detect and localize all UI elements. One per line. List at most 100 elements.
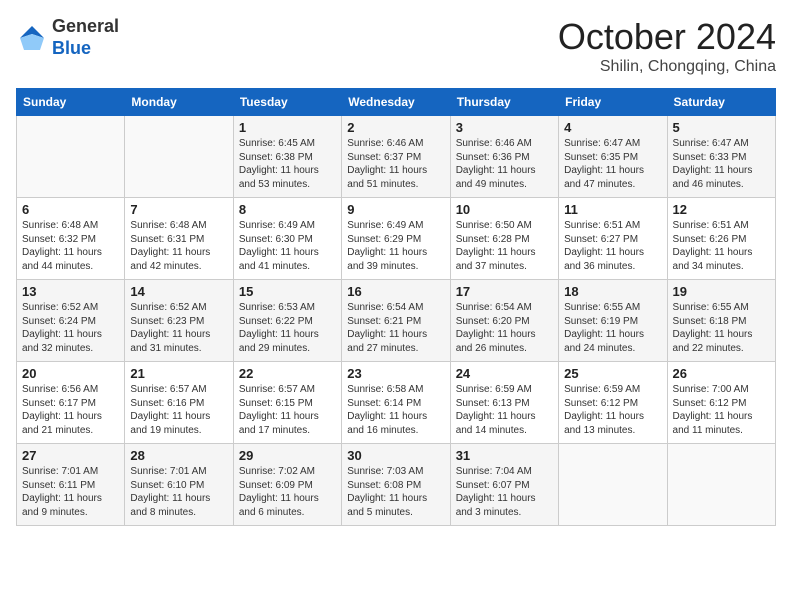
calendar-cell: 3 Sunrise: 6:46 AM Sunset: 6:36 PM Daylig…: [450, 116, 558, 198]
calendar-cell: 2Sunrise: 6:46 AM Sunset: 6:37 PM Daylig…: [342, 116, 450, 198]
cell-info: Sunrise: 7:03 AM Sunset: 6:08 PM Dayligh…: [347, 465, 444, 519]
cell-info: Sunrise: 6:48 AM Sunset: 6:32 PM Dayligh…: [22, 219, 119, 273]
day-number: 30: [347, 448, 444, 463]
calendar-cell: 1 Sunrise: 6:45 AM Sunset: 6:38 PM Daylig…: [233, 116, 341, 198]
day-number: 25: [564, 366, 661, 381]
cell-info: Sunrise: 6:55 AM Sunset: 6:19 PM Dayligh…: [564, 301, 661, 355]
calendar-cell: [125, 116, 233, 198]
day-number: 21: [130, 366, 227, 381]
day-number: 15: [239, 284, 336, 299]
day-number: 28: [130, 448, 227, 463]
day-number: 6: [22, 202, 119, 217]
weekday-header-sunday: Sunday: [17, 89, 125, 116]
day-number: 29: [239, 448, 336, 463]
weekday-header-friday: Friday: [559, 89, 667, 116]
day-number: 26: [673, 366, 770, 381]
day-number: 7: [130, 202, 227, 217]
cell-info: Sunrise: 6:51 AM Sunset: 6:27 PM Dayligh…: [564, 219, 661, 273]
calendar-table: SundayMondayTuesdayWednesdayThursdayFrid…: [16, 88, 776, 526]
calendar-cell: 10 Sunrise: 6:50 AM Sunset: 6:28 PM Dayli…: [450, 198, 558, 280]
logo-general-text: General: [52, 16, 119, 38]
day-number: 23: [347, 366, 444, 381]
day-number: 24: [456, 366, 553, 381]
calendar-cell: 24Sunrise: 6:59 AM Sunset: 6:13 PM Dayli…: [450, 362, 558, 444]
cell-info: Sunrise: 6:49 AM Sunset: 6:30 PM Dayligh…: [239, 219, 336, 273]
cell-info: Sunrise: 6:54 AM Sunset: 6:20 PM Dayligh…: [456, 301, 553, 355]
calendar-cell: 6 Sunrise: 6:48 AM Sunset: 6:32 PM Daylig…: [17, 198, 125, 280]
calendar-cell: 5 Sunrise: 6:47 AM Sunset: 6:33 PM Daylig…: [667, 116, 775, 198]
cell-info: Sunrise: 6:45 AM Sunset: 6:38 PM Dayligh…: [239, 137, 336, 191]
cell-info: Sunrise: 7:00 AM Sunset: 6:12 PM Dayligh…: [673, 383, 770, 437]
day-number: 2: [347, 120, 444, 135]
day-number: 20: [22, 366, 119, 381]
cell-info: Sunrise: 6:52 AM Sunset: 6:24 PM Dayligh…: [22, 301, 119, 355]
cell-info: Sunrise: 6:58 AM Sunset: 6:14 PM Dayligh…: [347, 383, 444, 437]
cell-info: Sunrise: 6:55 AM Sunset: 6:18 PM Dayligh…: [673, 301, 770, 355]
calendar-cell: 25 Sunrise: 6:59 AM Sunset: 6:12 PM Dayli…: [559, 362, 667, 444]
cell-info: Sunrise: 6:54 AM Sunset: 6:21 PM Dayligh…: [347, 301, 444, 355]
day-number: 1: [239, 120, 336, 135]
day-number: 11: [564, 202, 661, 217]
calendar-cell: 18 Sunrise: 6:55 AM Sunset: 6:19 PM Dayli…: [559, 280, 667, 362]
calendar-cell: 28 Sunrise: 7:01 AM Sunset: 6:10 PM Dayli…: [125, 444, 233, 526]
cell-info: Sunrise: 6:59 AM Sunset: 6:12 PM Dayligh…: [564, 383, 661, 437]
calendar-cell: 8 Sunrise: 6:49 AM Sunset: 6:30 PM Daylig…: [233, 198, 341, 280]
calendar-cell: 21Sunrise: 6:57 AM Sunset: 6:16 PM Dayli…: [125, 362, 233, 444]
cell-info: Sunrise: 6:47 AM Sunset: 6:33 PM Dayligh…: [673, 137, 770, 191]
cell-info: Sunrise: 6:49 AM Sunset: 6:29 PM Dayligh…: [347, 219, 444, 273]
calendar-cell: 16 Sunrise: 6:54 AM Sunset: 6:21 PM Dayli…: [342, 280, 450, 362]
day-number: 8: [239, 202, 336, 217]
day-number: 5: [673, 120, 770, 135]
day-number: 16: [347, 284, 444, 299]
title-area: October 2024 Shilin, Chongqing, China: [558, 16, 776, 76]
calendar-cell: 20 Sunrise: 6:56 AM Sunset: 6:17 PM Dayli…: [17, 362, 125, 444]
calendar-cell: 23 Sunrise: 6:58 AM Sunset: 6:14 PM Dayli…: [342, 362, 450, 444]
day-number: 14: [130, 284, 227, 299]
weekday-header-tuesday: Tuesday: [233, 89, 341, 116]
calendar-cell: 11 Sunrise: 6:51 AM Sunset: 6:27 PM Dayli…: [559, 198, 667, 280]
calendar-cell: 7Sunrise: 6:48 AM Sunset: 6:31 PM Daylig…: [125, 198, 233, 280]
cell-info: Sunrise: 6:53 AM Sunset: 6:22 PM Dayligh…: [239, 301, 336, 355]
calendar-cell: 14 Sunrise: 6:52 AM Sunset: 6:23 PM Dayli…: [125, 280, 233, 362]
calendar-cell: 4Sunrise: 6:47 AM Sunset: 6:35 PM Daylig…: [559, 116, 667, 198]
cell-info: Sunrise: 6:57 AM Sunset: 6:15 PM Dayligh…: [239, 383, 336, 437]
cell-info: Sunrise: 7:01 AM Sunset: 6:10 PM Dayligh…: [130, 465, 227, 519]
cell-info: Sunrise: 6:51 AM Sunset: 6:26 PM Dayligh…: [673, 219, 770, 273]
day-number: 17: [456, 284, 553, 299]
weekday-header-saturday: Saturday: [667, 89, 775, 116]
cell-info: Sunrise: 6:50 AM Sunset: 6:28 PM Dayligh…: [456, 219, 553, 273]
cell-info: Sunrise: 7:02 AM Sunset: 6:09 PM Dayligh…: [239, 465, 336, 519]
calendar-cell: 12 Sunrise: 6:51 AM Sunset: 6:26 PM Dayli…: [667, 198, 775, 280]
month-title: October 2024: [558, 16, 776, 58]
calendar-cell: [559, 444, 667, 526]
calendar-cell: [667, 444, 775, 526]
day-number: 27: [22, 448, 119, 463]
location-title: Shilin, Chongqing, China: [558, 58, 776, 76]
day-number: 9: [347, 202, 444, 217]
day-number: 22: [239, 366, 336, 381]
calendar-cell: 13 Sunrise: 6:52 AM Sunset: 6:24 PM Dayli…: [17, 280, 125, 362]
weekday-header-thursday: Thursday: [450, 89, 558, 116]
logo-icon: [16, 22, 48, 54]
calendar-cell: 9 Sunrise: 6:49 AM Sunset: 6:29 PM Daylig…: [342, 198, 450, 280]
day-number: 19: [673, 284, 770, 299]
calendar-cell: 31 Sunrise: 7:04 AM Sunset: 6:07 PM Dayli…: [450, 444, 558, 526]
weekday-header-wednesday: Wednesday: [342, 89, 450, 116]
calendar-cell: 15 Sunrise: 6:53 AM Sunset: 6:22 PM Dayli…: [233, 280, 341, 362]
cell-info: Sunrise: 6:56 AM Sunset: 6:17 PM Dayligh…: [22, 383, 119, 437]
calendar-cell: 22 Sunrise: 6:57 AM Sunset: 6:15 PM Dayli…: [233, 362, 341, 444]
calendar-cell: 27Sunrise: 7:01 AM Sunset: 6:11 PM Dayli…: [17, 444, 125, 526]
cell-info: Sunrise: 7:04 AM Sunset: 6:07 PM Dayligh…: [456, 465, 553, 519]
cell-info: Sunrise: 6:47 AM Sunset: 6:35 PM Dayligh…: [564, 137, 661, 191]
cell-info: Sunrise: 6:52 AM Sunset: 6:23 PM Dayligh…: [130, 301, 227, 355]
day-number: 31: [456, 448, 553, 463]
weekday-header-monday: Monday: [125, 89, 233, 116]
day-number: 10: [456, 202, 553, 217]
day-number: 13: [22, 284, 119, 299]
day-number: 3: [456, 120, 553, 135]
logo-blue-text: Blue: [52, 38, 119, 60]
day-number: 12: [673, 202, 770, 217]
calendar-cell: 17 Sunrise: 6:54 AM Sunset: 6:20 PM Dayli…: [450, 280, 558, 362]
cell-info: Sunrise: 6:46 AM Sunset: 6:36 PM Dayligh…: [456, 137, 553, 191]
day-number: 18: [564, 284, 661, 299]
